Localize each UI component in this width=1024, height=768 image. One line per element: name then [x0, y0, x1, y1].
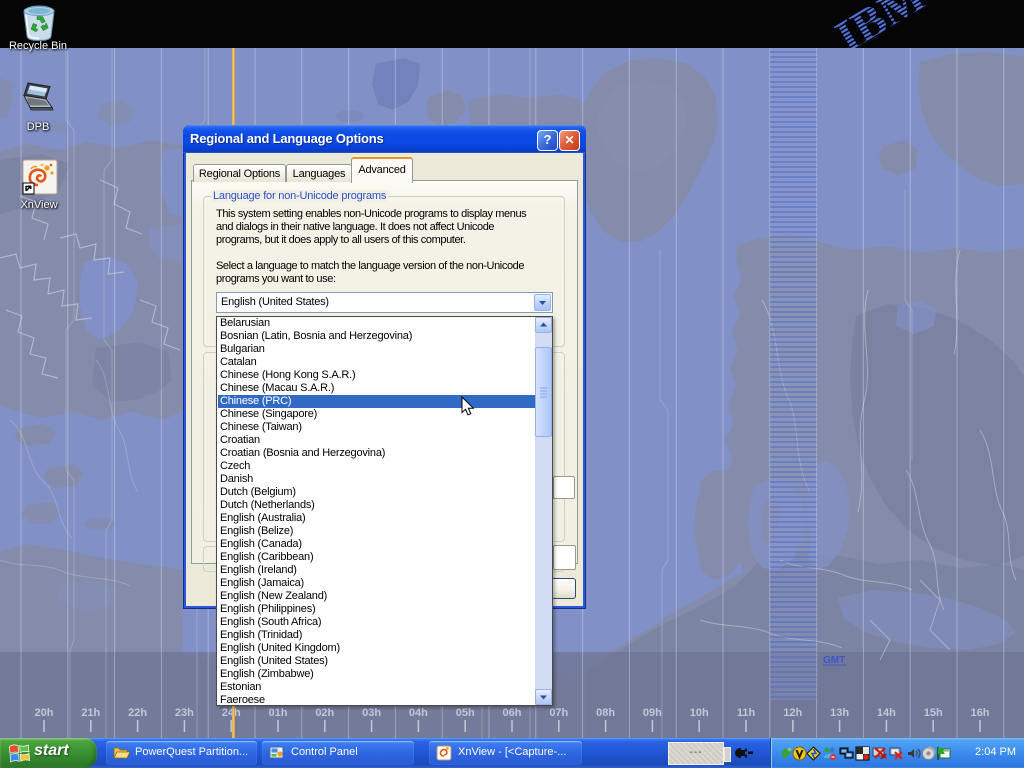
svg-text:22h: 22h: [128, 707, 147, 719]
svg-text:03h: 03h: [362, 707, 381, 719]
svg-text:09h: 09h: [643, 707, 662, 719]
svg-text:11h: 11h: [737, 707, 756, 719]
svg-text:06h: 06h: [503, 707, 522, 719]
svg-text:23h: 23h: [175, 707, 194, 719]
svg-text:GMT: GMT: [823, 655, 845, 666]
svg-text:01h: 01h: [269, 707, 288, 719]
svg-text:07h: 07h: [549, 707, 568, 719]
svg-text:14h: 14h: [877, 707, 896, 719]
svg-text:10h: 10h: [690, 707, 709, 719]
svg-text:08h: 08h: [596, 707, 615, 719]
svg-text:20h: 20h: [35, 707, 54, 719]
svg-text:05h: 05h: [456, 707, 475, 719]
svg-text:04h: 04h: [409, 707, 428, 719]
svg-text:24h: 24h: [222, 707, 241, 719]
svg-text:02h: 02h: [315, 707, 334, 719]
svg-text:13h: 13h: [830, 707, 849, 719]
svg-text:12h: 12h: [783, 707, 802, 719]
svg-text:15h: 15h: [924, 707, 943, 719]
svg-text:16h: 16h: [971, 707, 990, 719]
svg-text:21h: 21h: [81, 707, 100, 719]
